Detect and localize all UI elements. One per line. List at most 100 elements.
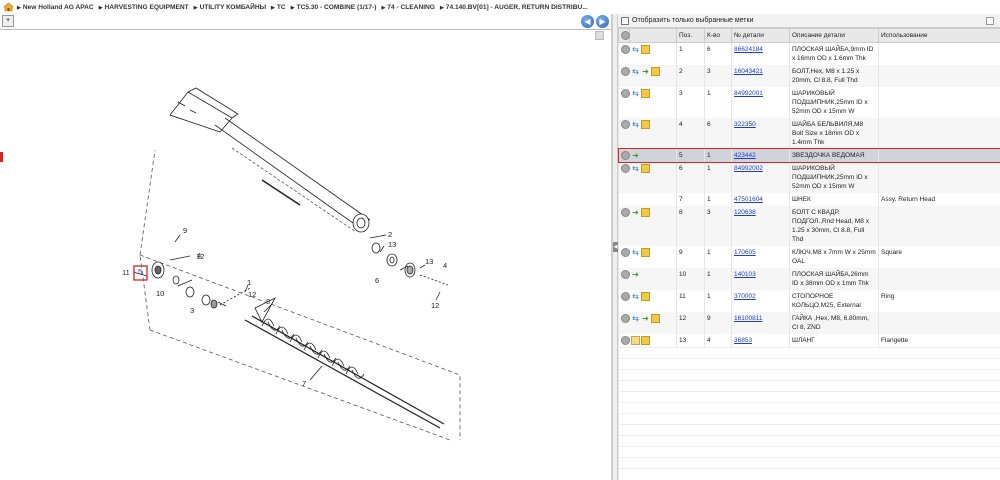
breadcrumb-item[interactable]: TC [271, 4, 286, 11]
cart-box-icon[interactable] [641, 45, 650, 54]
table-row[interactable]: ⇆ 11 1 370002 СТОПОРНОЕ КОЛЬЦО,M25, External… [618, 290, 1000, 312]
info-icon[interactable] [621, 336, 630, 345]
go-arrow-icon[interactable]: ➜ [641, 314, 650, 323]
diagram-label[interactable]: 6 [375, 276, 379, 285]
breadcrumb-item[interactable]: HARVESTING EQUIPMENT [99, 4, 189, 11]
zoom-in-button[interactable]: + [2, 15, 14, 27]
table-row[interactable]: 13 4 36853 ШЛАНГ Flangette [618, 334, 1000, 348]
table-row[interactable]: ⇆ ➜ 2 3 16043421 БОЛТ,Hex, M8 x 1.25 x 20mm, … [618, 65, 1000, 87]
part-number-link[interactable]: 16100811 [734, 315, 762, 322]
part-number-link[interactable]: 170605 [734, 249, 756, 256]
info-icon[interactable] [621, 314, 630, 323]
forward-icon[interactable]: ▶ [596, 15, 609, 28]
go-arrow-icon[interactable]: ➜ [641, 67, 650, 76]
header-pos[interactable]: Поз. [676, 28, 705, 43]
filter-checkbox[interactable] [621, 16, 629, 25]
cart-box-icon[interactable] [641, 248, 650, 257]
part-number-link[interactable]: 140103 [734, 271, 756, 278]
breadcrumb-item[interactable]: TC5.30 - COMBINE (1/17-) [291, 4, 377, 11]
row-description: ЗВЕЗДОЧКА ВЕДОМАЯ [789, 149, 879, 162]
diagram-label[interactable]: 11 [122, 268, 130, 277]
info-icon[interactable] [621, 67, 630, 76]
part-number-link[interactable]: 84992002 [734, 165, 763, 172]
info-icon[interactable] [621, 120, 630, 129]
part-number-link[interactable]: 36853 [734, 337, 752, 344]
table-row[interactable]: ⇆ ➜ 12 9 16100811 ГАЙКА ,Hex, M8, 6.80mm, Cl … [618, 312, 1000, 334]
part-number-link[interactable]: 86624184 [734, 46, 763, 53]
diagram-label[interactable]: 8 [266, 297, 270, 306]
table-row[interactable]: ⇆ 3 1 84992001 ШАРИКОВЫЙ ПОДШИПНИК,25mm ID x… [618, 87, 1000, 118]
table-row[interactable]: 7 1 47501604 ШНЕК Assy, Return Head [618, 193, 1000, 206]
diagram-label[interactable]: 12 [431, 301, 439, 310]
info-icon[interactable] [621, 270, 630, 279]
diagram-label[interactable]: 13 [388, 240, 396, 249]
replace-icon[interactable]: ⇆ [631, 314, 640, 323]
diagram-label[interactable]: 7 [302, 379, 306, 388]
replace-icon[interactable]: ⇆ [631, 120, 640, 129]
cart-box-icon[interactable] [641, 336, 650, 345]
breadcrumb-item[interactable]: 74.140.BV[01] - AUGER, RETURN DISTRIBU..… [440, 4, 588, 11]
table-row[interactable]: ➜ 5 1 423442 ЗВЕЗДОЧКА ВЕДОМАЯ [617, 148, 1000, 163]
replace-icon[interactable]: ⇆ [631, 248, 640, 257]
header-qty[interactable]: К-во [704, 28, 732, 43]
back-icon[interactable]: ◀ [581, 15, 594, 28]
header-usage[interactable]: Использование [878, 28, 1000, 43]
table-row[interactable]: ⇆ 6 1 84992002 ШАРИКОВЫЙ ПОДШИПНИК,25mm ID x… [618, 162, 1000, 193]
cart-box-icon[interactable] [641, 120, 650, 129]
folder-icon[interactable] [631, 336, 640, 345]
part-number-link[interactable]: 423442 [734, 152, 756, 159]
part-number-link[interactable]: 84992001 [734, 90, 763, 97]
row-icons: ⇆ [618, 246, 677, 268]
cart-box-icon[interactable] [641, 164, 650, 173]
table-row[interactable]: ⇆ 1 6 86624184 ПЛОСКАЯ ШАЙБА,9mm ID x 16mm O… [618, 42, 1000, 65]
go-arrow-icon[interactable]: ➜ [631, 208, 640, 217]
go-arrow-icon[interactable]: ➜ [631, 151, 640, 160]
header-part-number[interactable]: № детали [731, 28, 790, 43]
info-icon[interactable] [621, 292, 630, 301]
info-icon[interactable] [621, 89, 630, 98]
diagram-label[interactable]: 9 [183, 226, 187, 235]
cart-box-icon[interactable] [651, 67, 660, 76]
replace-icon[interactable]: ⇆ [631, 292, 640, 301]
replace-icon[interactable]: ⇆ [631, 67, 640, 76]
info-icon[interactable] [621, 208, 630, 217]
expand-icon[interactable] [986, 17, 994, 25]
diagram-label[interactable]: 2 [388, 230, 392, 239]
replace-icon[interactable]: ⇆ [631, 89, 640, 98]
table-row[interactable]: ⇆ 9 1 170605 КЛЮЧ,M8 x 7mm W x 25mm OAL Squar… [618, 246, 1000, 268]
diagram-label[interactable]: 1 [247, 278, 251, 287]
part-number-link[interactable]: 370002 [734, 293, 756, 300]
diagram-label[interactable]: 3 [190, 306, 194, 315]
header-description[interactable]: Описание детали [789, 28, 879, 43]
info-icon[interactable] [621, 164, 630, 173]
breadcrumb-item[interactable]: 74 - CLEANING [381, 4, 435, 11]
breadcrumb-item[interactable]: UTILITY КОМБАЙНЫ [194, 4, 266, 11]
table-row[interactable]: ⇆ 4 6 322350 ШАЙБА БЕЛЬВИЛЯ,M8 Bolt Size x 1… [618, 118, 1000, 149]
diagram-label-selected[interactable]: 5 [138, 267, 142, 276]
diagram-label[interactable]: 12 [248, 290, 256, 299]
diagram-label[interactable]: 13 [425, 257, 433, 266]
part-number-link[interactable]: 120638 [734, 209, 756, 216]
diagram-label[interactable]: 10 [156, 289, 164, 298]
breadcrumb-item[interactable]: New Holland AG APAC [17, 4, 94, 11]
part-number-link[interactable]: 47501604 [734, 196, 763, 203]
empty-cell [618, 468, 1000, 480]
replace-icon[interactable]: ⇆ [631, 164, 640, 173]
part-number-link[interactable]: 322350 [734, 121, 756, 128]
diagram-label[interactable]: 12 [196, 252, 204, 261]
replace-icon[interactable]: ⇆ [631, 45, 640, 54]
part-number-link[interactable]: 16043421 [734, 68, 763, 75]
table-row[interactable]: ➜ 8 3 120638 БОЛТ С КВАДР. ПОДГОЛ.,Rnd Head,… [618, 206, 1000, 246]
cart-box-icon[interactable] [641, 89, 650, 98]
info-icon[interactable] [621, 45, 630, 54]
diagram-label[interactable]: 4 [443, 261, 447, 270]
row-part-number: 84992002 [731, 162, 790, 193]
cart-box-icon[interactable] [641, 292, 650, 301]
go-arrow-icon[interactable]: ➜ [631, 270, 640, 279]
cart-box-icon[interactable] [651, 314, 660, 323]
info-icon[interactable] [621, 151, 630, 160]
info-icon[interactable] [621, 248, 630, 257]
cart-box-icon[interactable] [641, 208, 650, 217]
home-icon[interactable] [3, 2, 14, 12]
table-row[interactable]: ➜ 10 1 140103 ПЛОСКАЯ ШАЙБА,26mm ID x 38mm O… [618, 268, 1000, 290]
